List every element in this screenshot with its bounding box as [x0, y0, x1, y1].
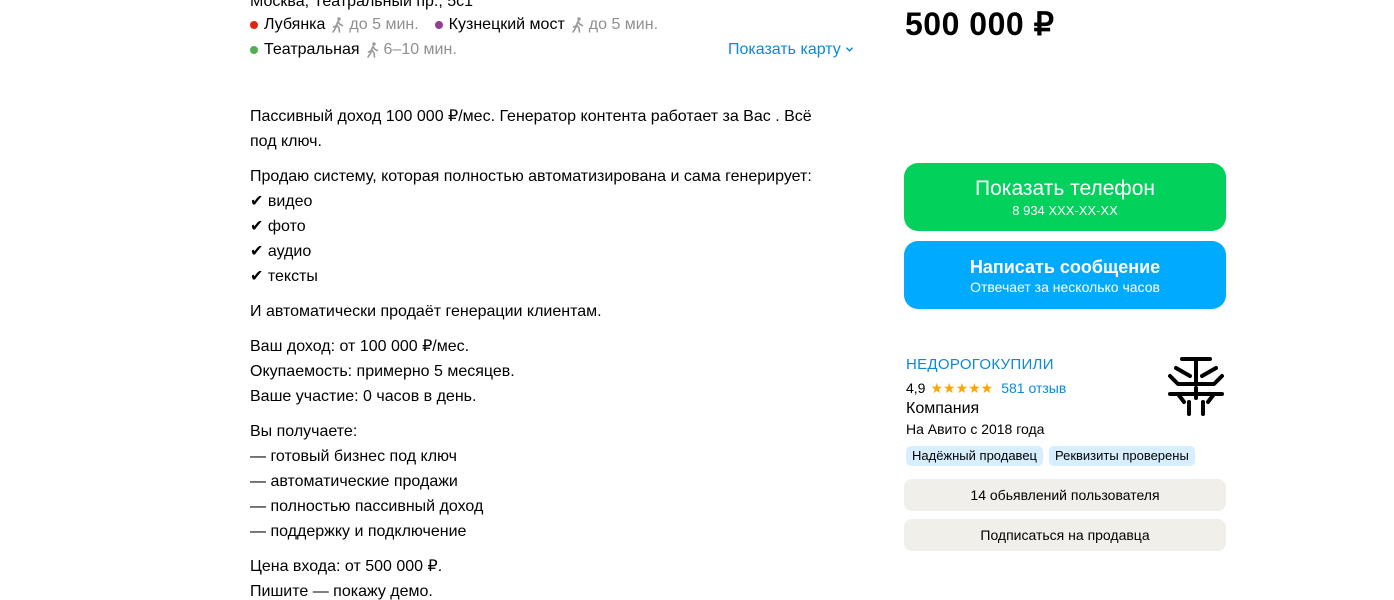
metro-station: Лубянка до 5 мин.	[250, 16, 419, 34]
description-paragraph: Пассивный доход 100 000 ₽/мес. Генератор…	[250, 104, 862, 154]
show-map-link[interactable]: Показать карту	[728, 41, 854, 59]
description-paragraph: И автоматически продаёт генерации клиент…	[250, 299, 862, 324]
seller-since: На Авито с 2018 года	[906, 421, 1045, 437]
metro-line-dot	[434, 21, 443, 29]
description-line: — готовый бизнес под ключ	[250, 448, 458, 465]
verified-details-badge: Реквизиты проверены	[1049, 446, 1195, 466]
description-line: Ваше участие: 0 часов в день.	[250, 388, 477, 405]
show-map-label: Показать карту	[728, 41, 841, 58]
reliable-seller-badge: Надёжный продавец	[906, 446, 1043, 466]
metro-station-name: Театральная	[264, 41, 360, 58]
description-line: ✔ аудио	[250, 243, 312, 260]
listing-page: Москва, Театральный пр., 5с1 Лубянка до …	[0, 0, 1394, 600]
description-line: Окупаемость: примерно 5 месяцев.	[250, 363, 515, 380]
description-line: ✔ тексты	[250, 268, 318, 285]
metro-row: Театральная 6–10 мин.	[250, 39, 473, 61]
description-line: Пишите — покажу демо.	[250, 583, 433, 600]
description-line: — полностью пассивный доход	[250, 498, 484, 515]
description-paragraph: Продаю систему, которая полностью автома…	[250, 164, 862, 289]
address: Москва, Театральный пр., 5с1	[250, 0, 474, 10]
price: 500 000 ₽	[905, 6, 1055, 42]
phone-number-masked: 8 934 XXX-XX-XX	[1012, 202, 1118, 218]
write-message-button[interactable]: Написать сообщение Отвечает за несколько…	[904, 241, 1226, 309]
seller-rating: 4,9 ★★★★★ 581 отзыв	[906, 378, 1066, 398]
metro-station: Кузнецкий мост до 5 мин.	[434, 16, 659, 34]
metro-station-name: Лубянка	[264, 16, 326, 33]
description-line: Ваш доход: от 100 000 ₽/мес.	[250, 338, 470, 355]
reviews-link[interactable]: 581 отзыв	[1001, 380, 1066, 396]
description-line: — поддержку и подключение	[250, 523, 467, 540]
rating-value: 4,9	[906, 380, 926, 396]
walking-icon	[366, 42, 378, 58]
walk-time: 6–10 мин.	[383, 41, 457, 58]
description-paragraph: Вы получаете: — готовый бизнес под ключ …	[250, 419, 862, 544]
metro-station: Театральная 6–10 мин.	[250, 41, 457, 59]
subscribe-seller-button[interactable]: Подписаться на продавца	[904, 519, 1226, 551]
metro-row: Лубянка до 5 мин. Кузнецкий мост до 5 ми…	[250, 14, 674, 36]
description-paragraph: Ваш доход: от 100 000 ₽/мес. Окупаемость…	[250, 334, 862, 409]
description-paragraph: Цена входа: от 500 000 ₽. Пишите — покаж…	[250, 554, 862, 600]
seller-name-link[interactable]: НЕДОРОГОКУПИЛИ	[906, 356, 1054, 373]
description-line: Пассивный доход 100 000 ₽/мес. Генератор…	[250, 108, 812, 125]
walking-icon	[332, 17, 344, 33]
listing-description: Пассивный доход 100 000 ₽/мес. Генератор…	[250, 104, 862, 600]
description-line: ✔ видео	[250, 193, 313, 210]
walking-icon	[571, 17, 584, 33]
rating-stars-icon: ★★★★★	[930, 379, 994, 396]
response-time: Отвечает за несколько часов	[970, 278, 1160, 295]
show-phone-button[interactable]: Показать телефон 8 934 XXX-XX-XX	[904, 163, 1226, 231]
seller-type: Компания	[906, 400, 980, 417]
write-message-label: Написать сообщение	[969, 256, 1161, 277]
walk-time: до 5 мин.	[588, 16, 659, 33]
description-line: И автоматически продаёт генерации клиент…	[250, 303, 602, 320]
description-line: под ключ.	[250, 133, 322, 150]
seller-badges: Надёжный продавец Реквизиты проверены	[906, 446, 1195, 466]
metro-line-dot	[250, 21, 258, 29]
show-phone-label: Показать телефон	[975, 176, 1155, 200]
description-line: Цена входа: от 500 000 ₽.	[250, 558, 443, 575]
description-line: Продаю систему, которая полностью автома…	[250, 168, 812, 185]
description-line: Вы получаете:	[250, 423, 358, 440]
seller-listings-button[interactable]: 14 обьявлений пользователя	[904, 479, 1226, 511]
metro-line-dot	[250, 46, 258, 54]
seller-avatar[interactable]	[1166, 354, 1226, 416]
walk-time: до 5 мин.	[349, 16, 419, 33]
description-line: ✔ фото	[250, 218, 306, 235]
description-line: — автоматические продажи	[250, 473, 458, 490]
chevron-down-icon	[845, 46, 853, 52]
metro-station-name: Кузнецкий мост	[448, 16, 565, 33]
